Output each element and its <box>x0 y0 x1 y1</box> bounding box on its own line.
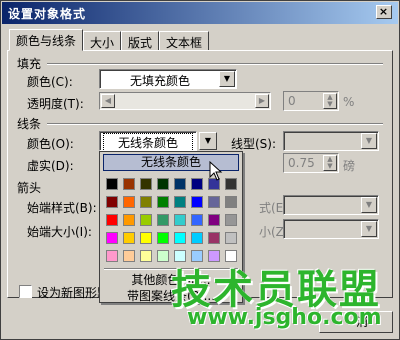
transparency-label: 透明度(T): <box>27 97 84 111</box>
dialog-titlebar: 设置对象格式 × <box>2 2 398 24</box>
line-section-label: 线条 <box>17 117 42 131</box>
color-swatch[interactable] <box>106 178 118 190</box>
transparency-slider[interactable]: ◀ ▶ <box>99 92 271 110</box>
color-swatch[interactable] <box>106 232 118 244</box>
color-swatch[interactable] <box>140 214 152 226</box>
arrows-section-label: 箭头 <box>17 181 42 195</box>
dialog-title: 设置对象格式 <box>8 7 87 21</box>
color-swatch[interactable] <box>123 214 135 226</box>
chevron-down-icon[interactable]: ▼ <box>361 197 377 213</box>
begin-size-label: 始端大小(I): <box>27 225 92 239</box>
color-swatch[interactable] <box>106 250 118 262</box>
color-swatch[interactable] <box>157 178 169 190</box>
color-swatch[interactable] <box>191 214 203 226</box>
color-swatch[interactable] <box>191 196 203 208</box>
color-swatch[interactable] <box>174 232 186 244</box>
color-swatch[interactable] <box>106 214 118 226</box>
line-color-value: 无线条颜色 <box>103 133 193 152</box>
color-swatch[interactable] <box>140 196 152 208</box>
tab-strip: 颜色与线条 大小 版式 文本框 <box>9 29 210 51</box>
color-swatch[interactable] <box>174 178 186 190</box>
fill-color-dropdown[interactable]: 无填充颜色 ▼ <box>99 69 237 89</box>
fill-color-value: 无填充颜色 <box>129 74 190 88</box>
watermark-url: www.jsgho.com <box>187 305 382 330</box>
color-swatch[interactable] <box>191 178 203 190</box>
transparency-value: 0 <box>288 94 296 108</box>
dash-label: 虚实(D): <box>27 159 74 173</box>
spinner-arrows-icon[interactable]: ▲ ▼ <box>323 155 337 171</box>
line-style-label: 线型(S): <box>231 137 277 151</box>
chevron-down-icon[interactable]: ▼ <box>361 221 377 237</box>
color-swatch[interactable] <box>208 196 220 208</box>
fill-color-label: 颜色(C): <box>27 75 73 89</box>
line-divider <box>47 123 383 125</box>
line-weight-value: 0.75 <box>288 156 315 170</box>
begin-style-label: 始端样式(B): <box>27 201 97 215</box>
end-size-dropdown[interactable]: ▼ <box>283 219 379 239</box>
color-swatch[interactable] <box>123 232 135 244</box>
color-swatch[interactable] <box>140 232 152 244</box>
tab-colors-lines[interactable]: 颜色与线条 <box>9 29 84 51</box>
color-swatch[interactable] <box>106 196 118 208</box>
tab-layout[interactable]: 版式 <box>121 31 160 51</box>
color-swatch[interactable] <box>191 232 203 244</box>
chevron-down-icon[interactable]: ▼ <box>219 71 235 87</box>
color-swatch[interactable] <box>225 178 237 190</box>
color-swatch[interactable] <box>225 232 237 244</box>
format-object-dialog: 设置对象格式 × 颜色与线条 大小 版式 文本框 填充 颜色(C): 无填充颜色… <box>0 0 400 340</box>
line-weight-unit: 磅 <box>343 159 356 173</box>
chevron-right-icon[interactable]: ▶ <box>255 94 269 108</box>
color-swatch[interactable] <box>123 250 135 262</box>
tab-textbox[interactable]: 文本框 <box>159 31 210 51</box>
color-swatch[interactable] <box>157 214 169 226</box>
color-swatch[interactable] <box>157 196 169 208</box>
line-style-dropdown[interactable]: ▼ <box>283 131 379 151</box>
color-swatch[interactable] <box>208 232 220 244</box>
fill-section-label: 填充 <box>17 57 42 71</box>
chevron-down-icon[interactable]: ▼ <box>199 132 217 150</box>
color-swatch[interactable] <box>123 178 135 190</box>
chevron-down-icon[interactable]: ▼ <box>361 133 377 149</box>
color-swatch[interactable] <box>174 214 186 226</box>
color-swatch[interactable] <box>208 214 220 226</box>
transparency-spinner[interactable]: 0 ▲ ▼ <box>283 91 339 111</box>
chevron-left-icon[interactable]: ◀ <box>101 94 115 108</box>
color-swatch[interactable] <box>225 196 237 208</box>
line-color-label: 颜色(O): <box>27 137 74 151</box>
end-style-dropdown[interactable]: ▼ <box>283 195 379 215</box>
color-swatch[interactable] <box>140 178 152 190</box>
color-swatch[interactable] <box>157 232 169 244</box>
mouse-pointer-icon <box>209 161 223 181</box>
color-swatch[interactable] <box>225 214 237 226</box>
line-weight-spinner[interactable]: 0.75 ▲ ▼ <box>283 153 339 173</box>
spinner-arrows-icon[interactable]: ▲ ▼ <box>323 93 337 109</box>
default-checkbox[interactable] <box>19 285 32 298</box>
fill-divider <box>47 63 383 65</box>
transparency-unit: % <box>343 95 355 109</box>
tab-size[interactable]: 大小 <box>83 31 122 51</box>
color-swatch[interactable] <box>140 250 152 262</box>
color-swatch[interactable] <box>123 196 135 208</box>
color-swatch[interactable] <box>157 250 169 262</box>
line-color-dropdown[interactable]: 无线条颜色 <box>99 131 197 152</box>
close-button[interactable]: × <box>376 5 392 19</box>
color-swatch[interactable] <box>174 196 186 208</box>
